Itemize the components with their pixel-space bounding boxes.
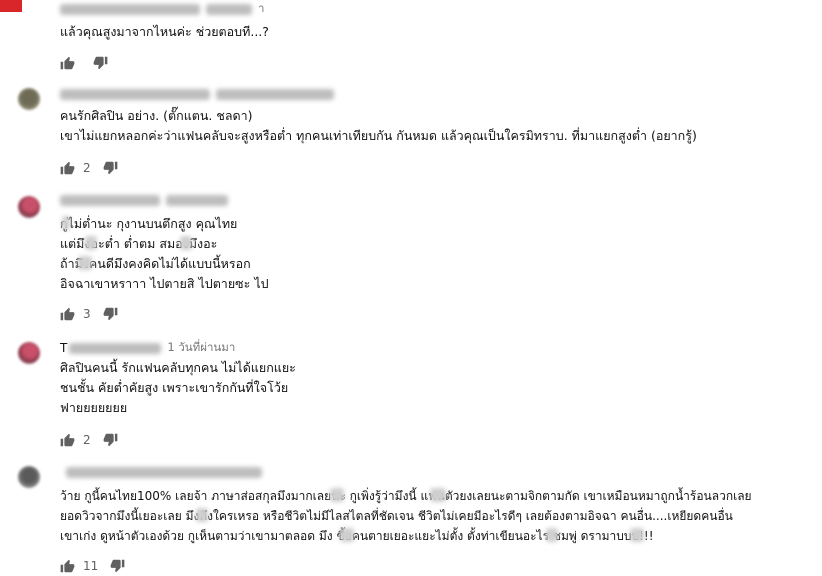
avatar[interactable] <box>0 0 22 12</box>
comment-text: คนรักศิลปิน อย่าง. (ตั๊กแตน. ชลดา) เขาไม… <box>60 106 697 146</box>
avatar[interactable] <box>18 342 40 364</box>
comment-header <box>60 464 262 480</box>
thumbs-down-icon[interactable] <box>110 559 125 573</box>
time-redacted <box>216 88 334 100</box>
author-name-redacted[interactable] <box>60 3 200 15</box>
comment-line: คนรักศิลปิน อย่าง. (ตั๊กแตน. ชลดา) <box>60 108 253 123</box>
redaction-blur <box>78 256 92 270</box>
like-count: 2 <box>83 161 91 175</box>
thumbs-up-icon[interactable] <box>60 56 75 70</box>
comment-header <box>60 192 228 208</box>
comment-actions: 11 <box>60 556 125 576</box>
time-redacted <box>166 194 228 206</box>
comment-line: เขาไม่แยกหลอกค่ะว่าแฟนคลับจะสูงหรือต่ำ ท… <box>60 128 697 143</box>
avatar[interactable] <box>18 88 40 110</box>
avatar[interactable] <box>18 466 40 488</box>
comment-text: แล้วคุณสูงมาจากไหนค่ะ ช่วยตอบที...? <box>60 22 269 42</box>
comment-line: ชนชั้น คัยต่ำคัยสูง เพราะเขารักกันที่ใจโ… <box>60 380 289 395</box>
comment-line: ศิลปินคนนี้ รักแฟนคลับทุกคน ไม่ได้แยกแยะ <box>60 360 296 375</box>
comment-actions: 2 <box>60 430 118 450</box>
author-name-redacted[interactable] <box>69 342 162 354</box>
like-count: 2 <box>83 433 91 447</box>
thumbs-up-icon[interactable] <box>60 433 75 447</box>
comment-time: า <box>258 1 265 15</box>
redaction-blur <box>630 528 644 542</box>
redaction-blur <box>180 236 192 250</box>
comment-text: กูไม่ต่ำนะ กุงานบนตึกสูง คุณไทย แต่มึงอะ… <box>60 214 269 294</box>
comment-line: อิจฉาเขาหราาา ไปตายสิ ไปตายซะ ไป <box>60 276 269 291</box>
comment-text: ศิลปินคนนี้ รักแฟนคลับทุกคน ไม่ได้แยกแยะ… <box>60 358 296 418</box>
redaction-blur <box>340 528 354 542</box>
redaction-blur <box>330 488 344 502</box>
comment-header: T 1 วันที่ผ่านมา <box>60 340 235 356</box>
like-count: 3 <box>83 307 91 321</box>
comment-actions: 3 <box>60 304 118 324</box>
comment-header <box>60 86 334 102</box>
comment-line: เขาเก่ง ดูหน้าตัวเองด้วย กูเห็นตามว่าเขา… <box>60 529 654 543</box>
redaction-blur <box>430 488 446 502</box>
author-name-redacted[interactable] <box>60 194 160 206</box>
time-redacted <box>206 3 252 15</box>
comment-line: กูไม่ต่ำนะ กุงานบนตึกสูง คุณไทย <box>60 216 238 231</box>
author-name-redacted[interactable] <box>60 88 210 100</box>
comment-line: แล้วคุณสูงมาจากไหนค่ะ ช่วยตอบที...? <box>60 24 269 39</box>
redaction-blur <box>196 508 208 522</box>
comment-actions <box>60 53 108 73</box>
thumbs-down-icon[interactable] <box>103 307 118 321</box>
author-initial[interactable]: T <box>60 341 67 355</box>
thumbs-up-icon[interactable] <box>60 161 75 175</box>
thumbs-down-icon[interactable] <box>103 161 118 175</box>
comment-line: ฟายยยยยยย <box>60 400 128 415</box>
redaction-blur <box>62 216 70 230</box>
comment-header: า <box>60 1 264 17</box>
comment-line: ยอดวิวจากมึงนี้เยอะเลย มึงตึงใครเหรอ หรื… <box>60 509 733 523</box>
thumbs-down-icon[interactable] <box>93 56 108 70</box>
comment-line: ว้าย กูนี้คนไทย100% เลยจ้า ภาษาส่อสกุลมึ… <box>60 489 752 503</box>
redaction-blur <box>546 528 558 542</box>
comment-time: 1 วันที่ผ่านมา <box>167 340 236 354</box>
author-name-redacted[interactable] <box>66 466 262 478</box>
comment-text: ว้าย กูนี้คนไทย100% เลยจ้า ภาษาส่อสกุลมึ… <box>60 486 752 546</box>
thumbs-up-icon[interactable] <box>60 307 75 321</box>
avatar[interactable] <box>18 196 40 218</box>
thumbs-down-icon[interactable] <box>103 433 118 447</box>
thumbs-up-icon[interactable] <box>60 559 75 573</box>
comment-actions: 2 <box>60 158 118 178</box>
redaction-blur <box>85 236 97 250</box>
like-count: 11 <box>83 559 99 573</box>
